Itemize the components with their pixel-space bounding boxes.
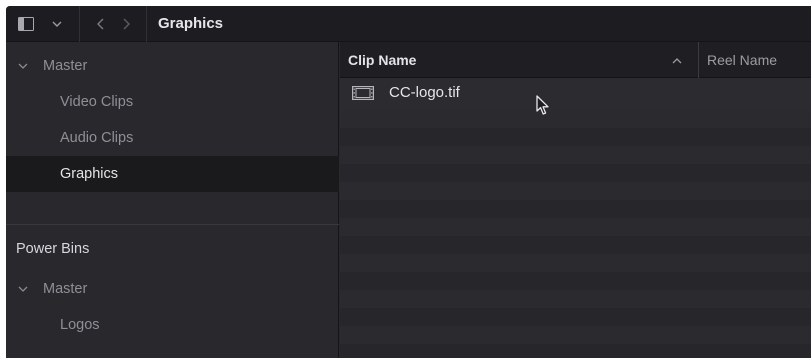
back-button[interactable] bbox=[88, 6, 112, 42]
current-bin-title: Graphics bbox=[158, 15, 224, 32]
sidebar-item-video-clips[interactable]: Video Clips bbox=[6, 84, 339, 120]
forward-button[interactable] bbox=[114, 6, 138, 42]
bin-sidebar: Master Video Clips Audio Clips Graphics … bbox=[6, 42, 339, 358]
chevron-down-icon bbox=[52, 21, 62, 27]
sidebar-item-label: Graphics bbox=[60, 166, 119, 182]
row-stripe bbox=[340, 290, 811, 308]
power-bins-master[interactable]: Master bbox=[6, 271, 339, 307]
clip-list: Clip Name Reel Name CC-logo.tif bbox=[340, 42, 811, 358]
film-clip-icon bbox=[352, 86, 374, 100]
sidebar-item-label: Video Clips bbox=[60, 94, 134, 110]
chevron-down-icon[interactable] bbox=[18, 48, 28, 84]
sidebar-toggle-icon bbox=[18, 17, 34, 31]
view-options-dropdown[interactable] bbox=[44, 6, 70, 42]
sidebar-item-label: Audio Clips bbox=[60, 130, 134, 146]
row-stripe bbox=[340, 218, 811, 236]
mouse-pointer-icon bbox=[536, 95, 549, 115]
power-bins-title: Power Bins bbox=[16, 241, 90, 257]
sidebar-toggle-button[interactable] bbox=[10, 6, 42, 42]
clip-name: CC-logo.tif bbox=[389, 84, 460, 101]
sidebar-item-master[interactable]: Master bbox=[6, 48, 339, 84]
row-stripe bbox=[340, 146, 811, 164]
sidebar-divider bbox=[6, 224, 339, 225]
sidebar-item-label: Master bbox=[43, 58, 88, 74]
row-stripe bbox=[340, 326, 811, 344]
sidebar-item-graphics[interactable]: Graphics bbox=[6, 156, 339, 192]
column-header-reel-name[interactable]: Reel Name bbox=[707, 42, 777, 78]
media-pool-window: Graphics Master Video Clips Audio Clips … bbox=[6, 6, 811, 358]
row-stripe bbox=[340, 110, 811, 128]
row-stripe bbox=[340, 182, 811, 200]
column-header-clip-name[interactable]: Clip Name bbox=[348, 42, 416, 78]
header-divider bbox=[146, 6, 147, 42]
sidebar-item-label: Logos bbox=[60, 317, 100, 333]
back-icon bbox=[96, 18, 103, 30]
column-header-row: Clip Name Reel Name bbox=[340, 42, 811, 78]
header-bar: Graphics bbox=[6, 6, 811, 42]
column-divider[interactable] bbox=[698, 42, 699, 78]
sort-ascending-icon[interactable] bbox=[672, 42, 682, 78]
sidebar-item-audio-clips[interactable]: Audio Clips bbox=[6, 120, 339, 156]
table-row[interactable]: CC-logo.tif bbox=[340, 78, 811, 110]
row-stripe bbox=[340, 254, 811, 272]
header-divider bbox=[79, 6, 80, 42]
sidebar-item-logos[interactable]: Logos bbox=[6, 307, 339, 343]
forward-icon bbox=[123, 18, 130, 30]
sidebar-item-label: Master bbox=[43, 281, 88, 297]
chevron-down-icon[interactable] bbox=[18, 271, 28, 307]
